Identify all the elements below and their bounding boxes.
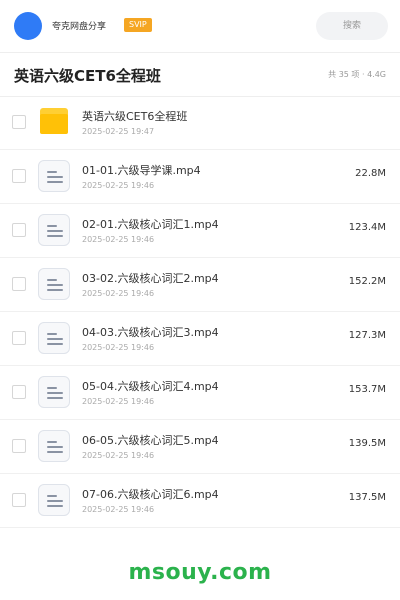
list-item[interactable]: 02-01.六级核心词汇1.mp4 2025-02-25 19:46 123.4…: [0, 204, 400, 258]
checkbox[interactable]: [12, 493, 26, 507]
item-date: 2025-02-25 19:46: [82, 451, 155, 460]
video-file-icon: [38, 322, 70, 354]
video-file-icon: [38, 214, 70, 246]
item-size: 22.8M: [355, 168, 386, 179]
item-date: 2025-02-25 19:46: [82, 289, 155, 298]
item-date: 2025-02-25 19:46: [82, 235, 155, 244]
folder-meta: 共 35 项 · 4.4G: [328, 70, 386, 79]
checkbox[interactable]: [12, 223, 26, 237]
video-file-icon: [38, 430, 70, 462]
item-size: 123.4M: [348, 222, 386, 233]
item-name: 03-02.六级核心词汇2.mp4: [82, 272, 219, 285]
watermark: msouy.com: [128, 560, 272, 585]
item-name: 06-05.六级核心词汇5.mp4: [82, 434, 219, 447]
item-date: 2025-02-25 19:46: [82, 181, 155, 190]
file-list: 英语六级CET6全程班 2025-02-25 19:47 01-01.六级导学课…: [0, 96, 400, 528]
checkbox[interactable]: [12, 169, 26, 183]
header: 夸克网盘分享 SVIP 搜索: [0, 0, 400, 53]
item-size: 139.5M: [348, 438, 386, 449]
brand-name: 夸克网盘分享: [52, 22, 107, 32]
item-date: 2025-02-25 19:46: [82, 397, 155, 406]
item-size: 127.3M: [348, 330, 386, 341]
checkbox[interactable]: [12, 331, 26, 345]
checkbox[interactable]: [12, 385, 26, 399]
avatar[interactable]: [14, 12, 42, 40]
item-name: 07-06.六级核心词汇6.mp4: [82, 488, 219, 501]
list-item[interactable]: 05-04.六级核心词汇4.mp4 2025-02-25 19:46 153.7…: [0, 366, 400, 420]
list-item[interactable]: 01-01.六级导学课.mp4 2025-02-25 19:46 22.8M: [0, 150, 400, 204]
video-file-icon: [38, 268, 70, 300]
item-name: 05-04.六级核心词汇4.mp4: [82, 380, 219, 393]
video-file-icon: [38, 376, 70, 408]
list-item[interactable]: 07-06.六级核心词汇6.mp4 2025-02-25 19:46 137.5…: [0, 474, 400, 528]
list-item[interactable]: 06-05.六级核心词汇5.mp4 2025-02-25 19:46 139.5…: [0, 420, 400, 474]
checkbox[interactable]: [12, 439, 26, 453]
page-title: 英语六级CET6全程班: [14, 67, 161, 85]
item-date: 2025-02-25 19:46: [82, 343, 155, 352]
item-date: 2025-02-25 19:47: [82, 127, 155, 136]
search-button[interactable]: 搜索: [316, 12, 388, 40]
video-file-icon: [38, 484, 70, 516]
list-item[interactable]: 04-03.六级核心词汇3.mp4 2025-02-25 19:46 127.3…: [0, 312, 400, 366]
item-size: 152.2M: [348, 276, 386, 287]
item-name: 01-01.六级导学课.mp4: [82, 164, 201, 177]
item-size: 153.7M: [348, 384, 386, 395]
list-item[interactable]: 英语六级CET6全程班 2025-02-25 19:47: [0, 96, 400, 150]
list-item[interactable]: 03-02.六级核心词汇2.mp4 2025-02-25 19:46 152.2…: [0, 258, 400, 312]
share-page: 夸克网盘分享 SVIP 搜索 英语六级CET6全程班 共 35 项 · 4.4G…: [0, 0, 400, 600]
item-name: 04-03.六级核心词汇3.mp4: [82, 326, 219, 339]
item-date: 2025-02-25 19:46: [82, 505, 155, 514]
video-file-icon: [38, 160, 70, 192]
checkbox[interactable]: [12, 277, 26, 291]
item-name: 英语六级CET6全程班: [82, 110, 188, 123]
folder-header: 英语六级CET6全程班 共 35 项 · 4.4G: [0, 52, 400, 97]
folder-icon: [40, 108, 68, 134]
item-name: 02-01.六级核心词汇1.mp4: [82, 218, 219, 231]
svip-badge: SVIP: [124, 18, 152, 32]
checkbox[interactable]: [12, 115, 26, 129]
item-size: 137.5M: [348, 492, 386, 503]
